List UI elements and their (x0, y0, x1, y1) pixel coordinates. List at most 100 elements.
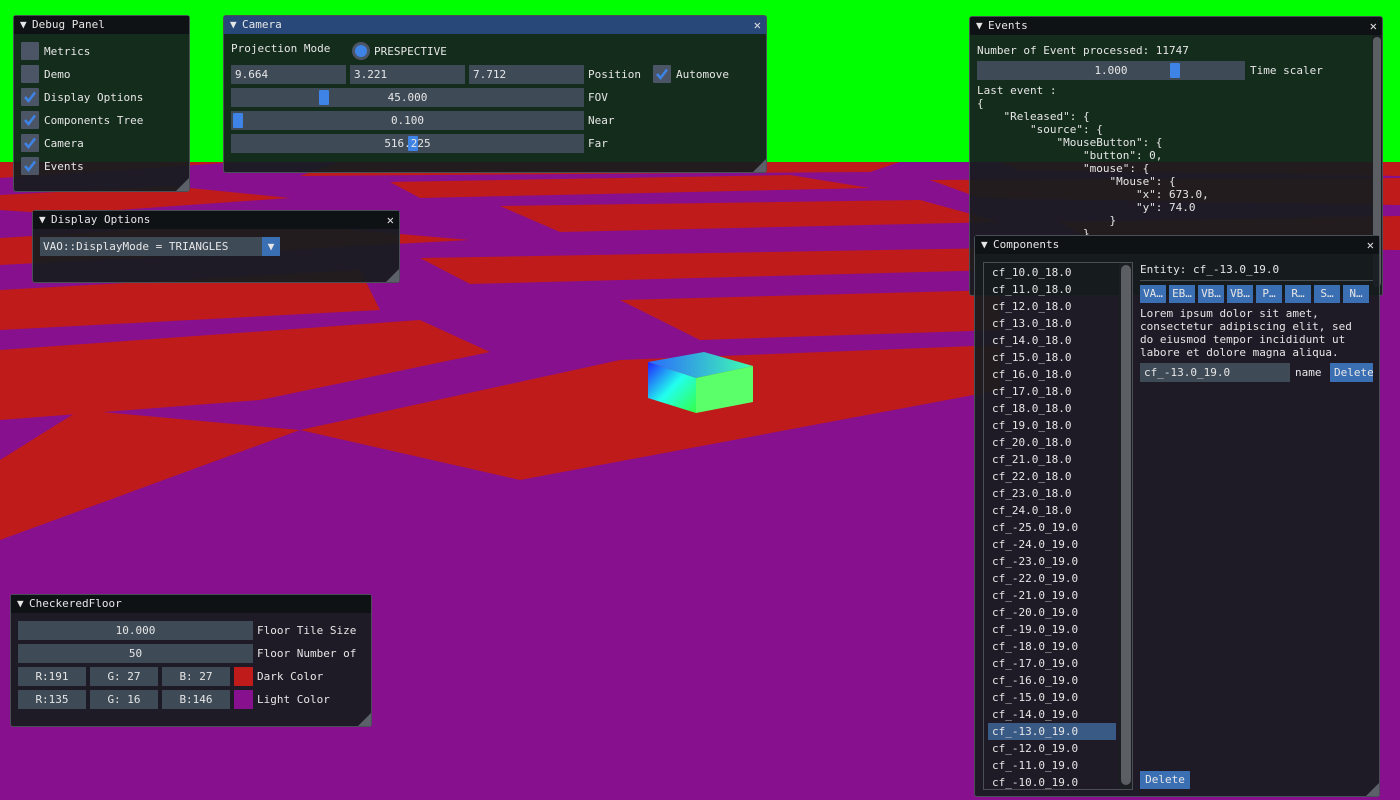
slider-grab-handle[interactable] (233, 113, 243, 128)
entity-list-item[interactable]: cf_18.0_18.0 (988, 400, 1116, 417)
debug-item-checkbox[interactable] (21, 157, 39, 175)
entity-list-item[interactable]: cf_-25.0_19.0 (988, 519, 1116, 536)
light-color-b[interactable]: B:146 (162, 690, 230, 709)
window-title: Debug Panel (32, 18, 105, 31)
dark-color-swatch[interactable] (234, 667, 253, 686)
projection-radio[interactable] (352, 42, 370, 60)
entity-name-input[interactable]: cf_-13.0_19.0 (1140, 363, 1290, 382)
chevron-down-icon[interactable]: ▼ (262, 237, 280, 256)
entity-list-item[interactable]: cf_22.0_18.0 (988, 468, 1116, 485)
entity-list-item[interactable]: cf_-24.0_19.0 (988, 536, 1116, 553)
near-slider[interactable]: 0.100 (231, 111, 584, 130)
entity-list-item[interactable]: cf_12.0_18.0 (988, 298, 1116, 315)
resize-grip[interactable] (386, 269, 399, 282)
display-mode-combo[interactable]: VAO::DisplayMode = TRIANGLES (40, 237, 262, 256)
close-icon[interactable]: ✕ (1367, 236, 1374, 254)
position-y-input[interactable]: 3.221 (350, 65, 465, 84)
entity-list-item[interactable]: cf_-16.0_19.0 (988, 672, 1116, 689)
collapse-triangle-icon[interactable]: ▼ (17, 595, 29, 613)
position-z-input[interactable]: 7.712 (469, 65, 584, 84)
time-scaler-slider[interactable]: 1.000 (977, 61, 1245, 80)
dark-color-r[interactable]: R:191 (18, 667, 86, 686)
automove-checkbox[interactable] (653, 65, 671, 83)
floor-tile-size-input[interactable]: 10.000 (18, 621, 253, 640)
component-button[interactable]: N… (1343, 285, 1369, 303)
entity-list-item[interactable]: cf_14.0_18.0 (988, 332, 1116, 349)
resize-grip[interactable] (176, 178, 189, 191)
entity-list-item[interactable]: cf_-22.0_19.0 (988, 570, 1116, 587)
component-button[interactable]: P… (1256, 285, 1282, 303)
entity-list-item[interactable]: cf_23.0_18.0 (988, 485, 1116, 502)
fov-slider[interactable]: 45.000 (231, 88, 584, 107)
light-color-swatch[interactable] (234, 690, 253, 709)
entity-list-item[interactable]: cf_19.0_18.0 (988, 417, 1116, 434)
entity-list-item[interactable]: cf_-12.0_19.0 (988, 740, 1116, 757)
entity-list-item[interactable]: cf_11.0_18.0 (988, 281, 1116, 298)
scrollbar-thumb[interactable] (1121, 265, 1131, 785)
entity-list[interactable]: cf_10.0_18.0 cf_11.0_18.0 cf_12.0_18.0 cf_1… (983, 262, 1133, 790)
light-color-g[interactable]: G: 16 (90, 690, 158, 709)
display-options-titlebar[interactable]: ▼ Display Options ✕ (33, 211, 399, 229)
entity-list-item[interactable]: cf_-15.0_19.0 (988, 689, 1116, 706)
checkered-floor-titlebar[interactable]: ▼ CheckeredFloor (11, 595, 371, 613)
resize-grip[interactable] (1366, 783, 1379, 796)
debug-item-checkbox[interactable] (21, 65, 39, 83)
entity-list-item[interactable]: cf_13.0_18.0 (988, 315, 1116, 332)
position-x-input[interactable]: 9.664 (231, 65, 346, 84)
collapse-triangle-icon[interactable]: ▼ (20, 16, 32, 34)
component-button[interactable]: VA… (1140, 285, 1166, 303)
dark-color-g[interactable]: G: 27 (90, 667, 158, 686)
debug-item-checkbox[interactable] (21, 134, 39, 152)
delete-entity-button[interactable]: Delete (1140, 771, 1190, 789)
dark-color-b[interactable]: B: 27 (162, 667, 230, 686)
events-titlebar[interactable]: ▼ Events ✕ (970, 17, 1382, 35)
far-slider[interactable]: 516.225 (231, 134, 584, 153)
entity-list-item[interactable]: cf_-19.0_19.0 (988, 621, 1116, 638)
entity-list-item[interactable]: cf_-14.0_19.0 (988, 706, 1116, 723)
entity-list-item[interactable]: cf_-20.0_19.0 (988, 604, 1116, 621)
debug-item-checkbox[interactable] (21, 42, 39, 60)
component-button[interactable]: S… (1314, 285, 1340, 303)
delete-inline-button[interactable]: Delete (1330, 363, 1373, 382)
collapse-triangle-icon[interactable]: ▼ (981, 236, 993, 254)
collapse-triangle-icon[interactable]: ▼ (976, 17, 988, 35)
slider-grab-handle[interactable] (319, 90, 329, 105)
slider-grab-handle[interactable] (1170, 63, 1180, 78)
entity-list-scrollbar[interactable] (1119, 263, 1132, 789)
collapse-triangle-icon[interactable]: ▼ (230, 16, 242, 34)
entity-list-item[interactable]: cf_20.0_18.0 (988, 434, 1116, 451)
floor-number-input[interactable]: 50 (18, 644, 253, 663)
collapse-triangle-icon[interactable]: ▼ (39, 211, 51, 229)
component-button[interactable]: EB… (1169, 285, 1195, 303)
entity-list-item[interactable]: cf_10.0_18.0 (988, 264, 1116, 281)
camera-titlebar[interactable]: ▼ Camera ✕ (224, 16, 766, 34)
debug-panel-titlebar[interactable]: ▼ Debug Panel (14, 16, 189, 34)
entity-list-item[interactable]: cf_-11.0_19.0 (988, 757, 1116, 774)
entity-list-item[interactable]: cf_-10.0_19.0 (988, 774, 1116, 789)
component-button[interactable]: VB… (1227, 285, 1253, 303)
component-button[interactable]: VB… (1198, 285, 1224, 303)
entity-list-item[interactable]: cf_-18.0_19.0 (988, 638, 1116, 655)
debug-item-label: Metrics (44, 45, 91, 58)
close-icon[interactable]: ✕ (387, 211, 394, 229)
entity-list-item[interactable]: cf_21.0_18.0 (988, 451, 1116, 468)
resize-grip[interactable] (358, 713, 371, 726)
entity-list-item[interactable]: cf_-23.0_19.0 (988, 553, 1116, 570)
entity-list-item[interactable]: cf_16.0_18.0 (988, 366, 1116, 383)
close-icon[interactable]: ✕ (754, 16, 761, 34)
entity-list-item[interactable]: cf_24.0_18.0 (988, 502, 1116, 519)
display-options-window: ▼ Display Options ✕ VAO::DisplayMode = TRI… (32, 210, 400, 283)
component-button[interactable]: R… (1285, 285, 1311, 303)
entity-list-item[interactable]: cf_17.0_18.0 (988, 383, 1116, 400)
debug-item-checkbox[interactable] (21, 88, 39, 106)
entity-list-item[interactable]: cf_-13.0_19.0 (988, 723, 1116, 740)
entity-list-item[interactable]: cf_15.0_18.0 (988, 349, 1116, 366)
light-color-r[interactable]: R:135 (18, 690, 86, 709)
entity-list-item[interactable]: cf_-17.0_19.0 (988, 655, 1116, 672)
dark-color-label: Dark Color (257, 670, 324, 683)
components-titlebar[interactable]: ▼ Components ✕ (975, 236, 1379, 254)
close-icon[interactable]: ✕ (1370, 17, 1377, 35)
resize-grip[interactable] (753, 159, 766, 172)
entity-list-item[interactable]: cf_-21.0_19.0 (988, 587, 1116, 604)
debug-item-checkbox[interactable] (21, 111, 39, 129)
